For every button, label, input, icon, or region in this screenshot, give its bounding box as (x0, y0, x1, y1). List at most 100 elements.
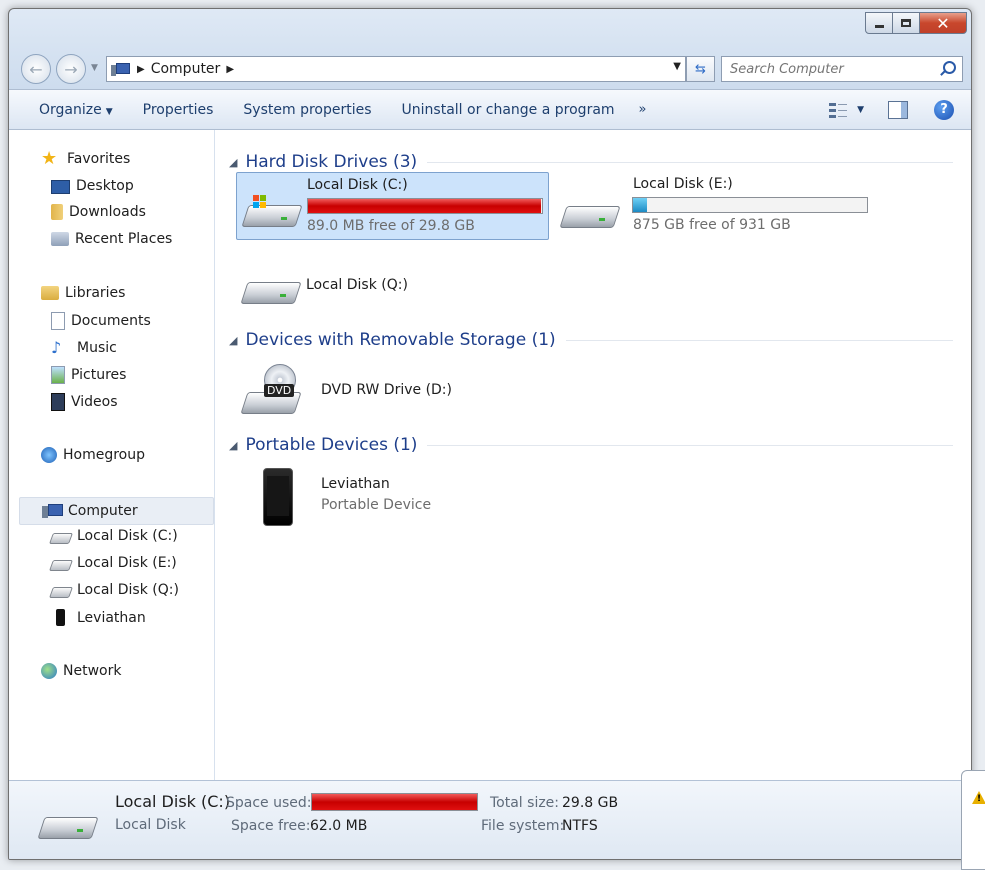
change-view-icon[interactable] (829, 102, 848, 118)
device-tile-leviathan[interactable]: Leviathan Portable Device (236, 462, 547, 528)
maximize-button[interactable] (892, 12, 920, 34)
nav-desktop-label: Desktop (76, 177, 134, 194)
nav-desktop[interactable]: Desktop (51, 177, 134, 194)
drive-tile-c[interactable]: Local Disk (C:) 89.0 MB free of 29.8 GB (236, 172, 549, 240)
hard-disk-icon (37, 811, 99, 841)
hard-disk-icon (48, 533, 74, 544)
refresh-button[interactable]: ⇆ (686, 56, 715, 82)
nav-music[interactable]: ♪ Music (51, 339, 117, 357)
details-type: Local Disk (115, 817, 186, 833)
forward-arrow-icon: → (64, 59, 78, 79)
nav-downloads[interactable]: Downloads (51, 204, 146, 220)
nav-leviathan[interactable]: Leviathan (51, 609, 146, 626)
group-header-removable[interactable]: ◢ Devices with Removable Storage (1) (229, 330, 953, 350)
nav-leviathan-label: Leviathan (77, 609, 146, 626)
nav-computer-label: Computer (68, 503, 138, 519)
group-header-hard-disks[interactable]: ◢ Hard Disk Drives (3) (229, 152, 953, 172)
nav-local-disk-e[interactable]: Local Disk (E:) (48, 555, 177, 571)
collapse-triangle-icon[interactable]: ◢ (229, 334, 237, 347)
back-button[interactable]: ← (21, 54, 51, 84)
libraries-icon (41, 286, 59, 300)
music-icon: ♪ (51, 338, 62, 357)
organize-menu[interactable]: Organize ▼ (9, 102, 127, 118)
group-hard-disks-label: Hard Disk Drives (3) (245, 152, 418, 172)
collapse-triangle-icon[interactable]: ◢ (229, 156, 237, 169)
nav-computer[interactable]: Computer (19, 497, 214, 525)
address-row: ← → ▼ ▶ Computer ▶ ▼ ⇆ (9, 49, 971, 85)
nav-recent-places-label: Recent Places (75, 231, 173, 247)
search-icon[interactable] (943, 61, 956, 74)
main-pane: ◢ Hard Disk Drives (3) Local Disk (C:) 89… (215, 130, 971, 780)
documents-icon (51, 312, 65, 330)
recent-pages-dropdown[interactable]: ▼ (91, 63, 98, 73)
system-properties-button[interactable]: System properties (227, 102, 385, 118)
properties-button[interactable]: Properties (127, 102, 228, 118)
content-area: ★ Favorites Desktop Downloads Recent Plac… (9, 130, 971, 780)
nav-favorites[interactable]: ★ Favorites (41, 150, 130, 168)
hard-disk-icon (559, 200, 621, 230)
computer-icon (42, 503, 63, 519)
nav-network[interactable]: Network (41, 663, 121, 679)
network-icon (41, 663, 57, 679)
drive-tile-e[interactable]: Local Disk (E:) 875 GB free of 931 GB (555, 172, 875, 238)
search-input[interactable] (728, 60, 932, 78)
drive-tile-dvd[interactable]: DVD DVD RW Drive (D:) (236, 358, 547, 420)
nav-pictures[interactable]: Pictures (51, 366, 126, 384)
drive-c-name: Local Disk (C:) (307, 177, 408, 193)
computer-icon (111, 62, 130, 76)
nav-local-disk-q[interactable]: Local Disk (Q:) (48, 582, 179, 598)
details-pane: Local Disk (C:) Local Disk Space used: S… (9, 780, 971, 859)
space-used-label: Space used: (226, 795, 312, 811)
breadcrumb-arrow-icon[interactable]: ▶ (137, 64, 145, 75)
view-options-dropdown[interactable]: ▼ (857, 105, 864, 115)
group-header-portable[interactable]: ◢ Portable Devices (1) (229, 435, 953, 455)
nav-favorites-label: Favorites (67, 151, 131, 167)
close-button[interactable]: ✕ (919, 12, 967, 34)
drive-tile-q[interactable]: Local Disk (Q:) (236, 266, 547, 316)
minimize-button[interactable] (865, 12, 893, 34)
nav-libraries[interactable]: Libraries (41, 285, 125, 301)
back-arrow-icon: ← (29, 59, 43, 79)
space-used-fill (312, 794, 477, 810)
nav-recent-places[interactable]: Recent Places (51, 231, 172, 247)
hard-disk-icon (48, 587, 74, 598)
address-dropdown-icon[interactable]: ▼ (673, 61, 681, 72)
drive-c-capacity-bar (307, 198, 543, 214)
drive-e-capacity-bar (632, 197, 868, 213)
warning-icon: ! (972, 791, 985, 804)
address-bar[interactable]: ▶ Computer ▶ ▼ (106, 56, 686, 82)
nav-music-label: Music (77, 340, 117, 356)
nav-network-label: Network (63, 663, 122, 679)
nav-documents[interactable]: Documents (51, 312, 151, 330)
nav-disk-e-label: Local Disk (E:) (77, 555, 177, 571)
uninstall-program-button[interactable]: Uninstall or change a program (386, 102, 629, 118)
breadcrumb-computer[interactable]: Computer (151, 61, 221, 77)
nav-pictures-label: Pictures (71, 367, 127, 383)
space-free-label: Space free: (231, 818, 311, 834)
group-portable-label: Portable Devices (1) (245, 435, 418, 455)
collapse-triangle-icon[interactable]: ◢ (229, 439, 237, 452)
maximize-icon (901, 19, 911, 27)
more-commands-button[interactable]: » (629, 102, 647, 117)
breadcrumb-arrow-icon[interactable]: ▶ (226, 64, 234, 75)
hard-disk-icon (48, 560, 74, 571)
forward-button[interactable]: → (56, 54, 86, 84)
preview-pane-icon[interactable] (888, 100, 908, 119)
file-system-value: NTFS (562, 818, 598, 834)
background-dialog[interactable]: ! (961, 770, 985, 870)
caption-buttons: ✕ (865, 12, 967, 34)
downloads-icon (51, 204, 63, 220)
nav-local-disk-c[interactable]: Local Disk (C:) (48, 528, 178, 544)
drive-c-capacity-fill (308, 199, 542, 213)
nav-homegroup[interactable]: Homegroup (41, 447, 145, 463)
close-icon: ✕ (936, 13, 950, 33)
dvd-badge: DVD (264, 384, 295, 397)
help-icon[interactable]: ? (934, 99, 954, 120)
homegroup-icon (41, 447, 57, 463)
desktop-icon (51, 180, 70, 194)
drive-e-name: Local Disk (E:) (633, 176, 733, 192)
total-size-label: Total size: (490, 795, 560, 811)
nav-videos[interactable]: Videos (51, 393, 118, 411)
star-icon: ★ (41, 148, 58, 169)
command-bar: Organize ▼ Properties System properties U… (9, 89, 971, 130)
